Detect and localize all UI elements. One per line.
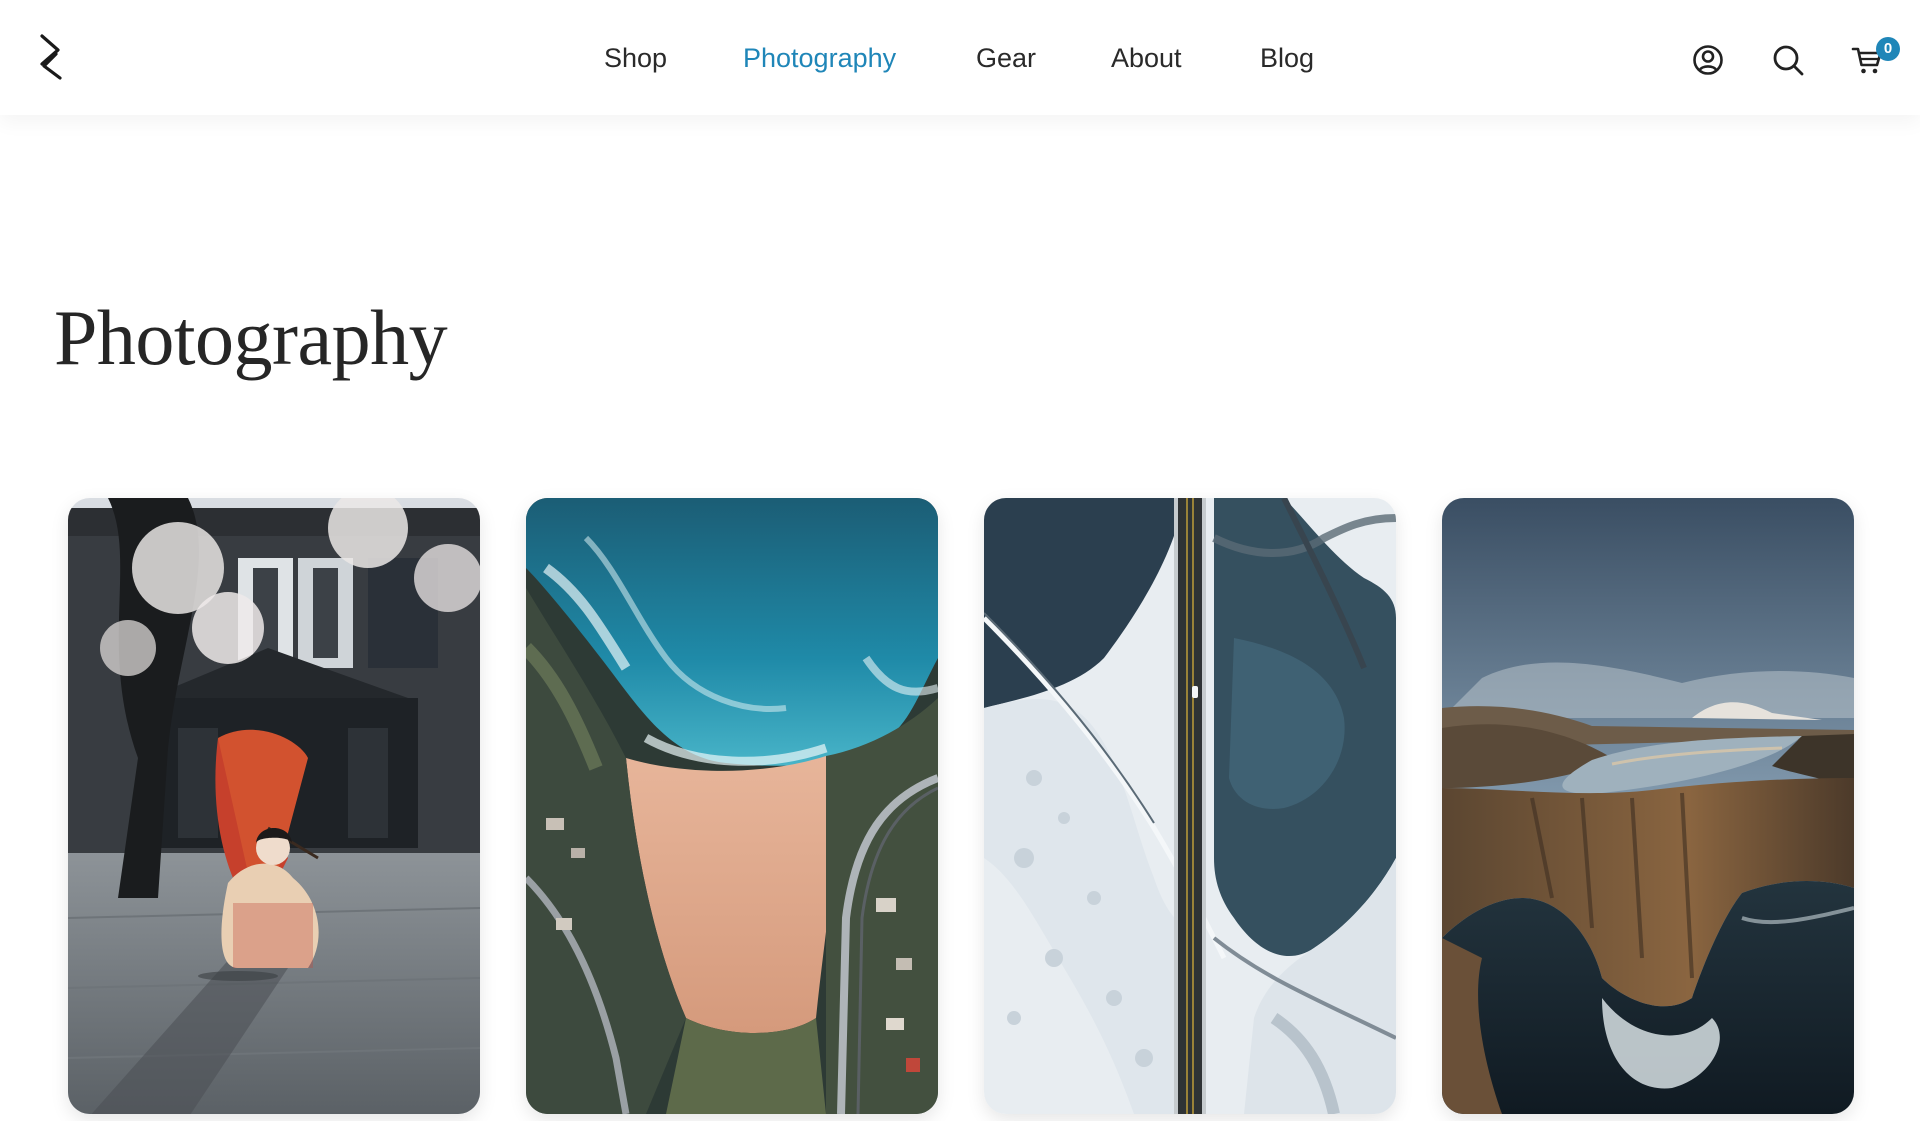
main-nav: Shop Photography Gear About Blog bbox=[0, 40, 1920, 76]
search-icon[interactable] bbox=[1771, 43, 1805, 77]
nav-item-shop[interactable]: Shop bbox=[604, 40, 667, 76]
nav-item-about[interactable]: About bbox=[1111, 40, 1182, 76]
cart-count-badge: 0 bbox=[1876, 37, 1900, 61]
account-icon[interactable] bbox=[1691, 43, 1725, 77]
photo-card-snow-road[interactable] bbox=[984, 498, 1396, 1114]
nav-item-gear[interactable]: Gear bbox=[976, 40, 1036, 76]
nav-item-blog[interactable]: Blog bbox=[1260, 40, 1314, 76]
photo-card-sea-cliff[interactable] bbox=[1442, 498, 1854, 1114]
nav-item-photography[interactable]: Photography bbox=[743, 40, 896, 76]
photo-card-kimono[interactable] bbox=[68, 498, 480, 1114]
photo-card-beach-aerial[interactable] bbox=[526, 498, 938, 1114]
site-header: Shop Photography Gear About Blog 0 bbox=[0, 0, 1920, 115]
page-title: Photography bbox=[54, 294, 448, 381]
